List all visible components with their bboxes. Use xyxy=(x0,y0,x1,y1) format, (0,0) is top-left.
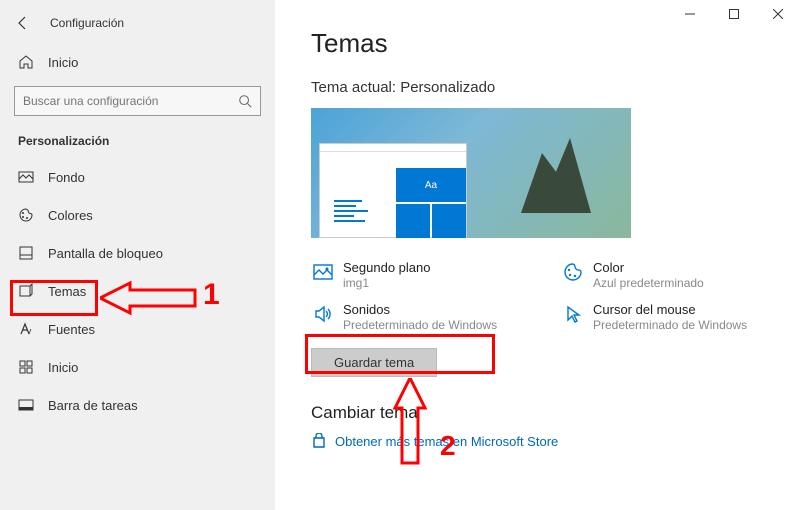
nav-label: Colores xyxy=(48,208,93,223)
sidebar-item-temas[interactable]: Temas xyxy=(0,272,275,310)
theme-sounds[interactable]: Sonidos Predeterminado de Windows xyxy=(311,300,521,334)
sidebar-header: Configuración xyxy=(0,8,275,44)
theme-item-label: Color xyxy=(593,260,704,275)
theme-item-value: Azul predeterminado xyxy=(593,276,704,290)
close-button[interactable] xyxy=(756,0,800,28)
preview-tile-aa: Aa xyxy=(396,168,466,202)
nav-label: Inicio xyxy=(48,360,78,375)
search-input[interactable] xyxy=(23,94,238,108)
store-icon xyxy=(311,433,327,449)
sidebar-item-inicio[interactable]: Inicio xyxy=(0,348,275,386)
main-content: Temas Tema actual: Personalizado Aa Segu… xyxy=(275,0,800,510)
font-icon xyxy=(18,321,34,337)
back-button[interactable] xyxy=(14,14,32,32)
sidebar-item-barra[interactable]: Barra de tareas xyxy=(0,386,275,424)
save-theme-button[interactable]: Guardar tema xyxy=(311,348,437,377)
section-title: Personalización xyxy=(0,130,275,158)
home-icon xyxy=(18,54,34,70)
home-link[interactable]: Inicio xyxy=(0,44,275,80)
theme-cursor[interactable]: Cursor del mouse Predeterminado de Windo… xyxy=(561,300,771,334)
home-label: Inicio xyxy=(48,55,78,70)
cursor-icon xyxy=(563,304,583,324)
current-theme-label: Tema actual: Personalizado xyxy=(311,79,764,96)
theme-item-label: Segundo plano xyxy=(343,260,430,275)
app-title: Configuración xyxy=(50,16,124,30)
theme-color[interactable]: Color Azul predeterminado xyxy=(561,258,771,292)
nav-label: Fondo xyxy=(48,170,85,185)
nav-label: Pantalla de bloqueo xyxy=(48,246,163,261)
nav-label: Fuentes xyxy=(48,322,95,337)
search-icon xyxy=(238,94,252,108)
sound-icon xyxy=(313,304,333,324)
theme-item-label: Sonidos xyxy=(343,302,497,317)
page-title: Temas xyxy=(311,28,764,59)
start-icon xyxy=(18,359,34,375)
theme-icon xyxy=(18,283,34,299)
theme-item-value: img1 xyxy=(343,276,430,290)
maximize-button[interactable] xyxy=(712,0,756,28)
lockscreen-icon xyxy=(18,245,34,261)
sidebar-item-bloqueo[interactable]: Pantalla de bloqueo xyxy=(0,234,275,272)
nav-label: Barra de tareas xyxy=(48,398,138,413)
image-icon xyxy=(18,169,34,185)
store-link[interactable]: Obtener más temas en Microsoft Store xyxy=(311,433,764,449)
theme-item-value: Predeterminado de Windows xyxy=(593,318,747,332)
taskbar-icon xyxy=(18,397,34,413)
nav-label: Temas xyxy=(48,284,86,299)
sidebar-item-fuentes[interactable]: Fuentes xyxy=(0,310,275,348)
sidebar: Configuración Inicio Personalización Fon… xyxy=(0,0,275,510)
search-box[interactable] xyxy=(14,86,261,116)
back-arrow-icon xyxy=(15,15,31,31)
palette-icon xyxy=(18,207,34,223)
minimize-button[interactable] xyxy=(668,0,712,28)
palette-icon xyxy=(563,262,583,282)
change-theme-title: Cambiar tema xyxy=(311,403,764,423)
store-link-label: Obtener más temas en Microsoft Store xyxy=(335,434,558,449)
theme-settings-grid: Segundo plano img1 Color Azul predetermi… xyxy=(311,258,771,334)
image-icon xyxy=(313,262,333,282)
theme-item-value: Predeterminado de Windows xyxy=(343,318,497,332)
sidebar-item-fondo[interactable]: Fondo xyxy=(0,158,275,196)
sidebar-item-colores[interactable]: Colores xyxy=(0,196,275,234)
theme-item-label: Cursor del mouse xyxy=(593,302,747,317)
window-controls xyxy=(668,0,800,28)
theme-background[interactable]: Segundo plano img1 xyxy=(311,258,521,292)
theme-preview: Aa xyxy=(311,108,631,238)
